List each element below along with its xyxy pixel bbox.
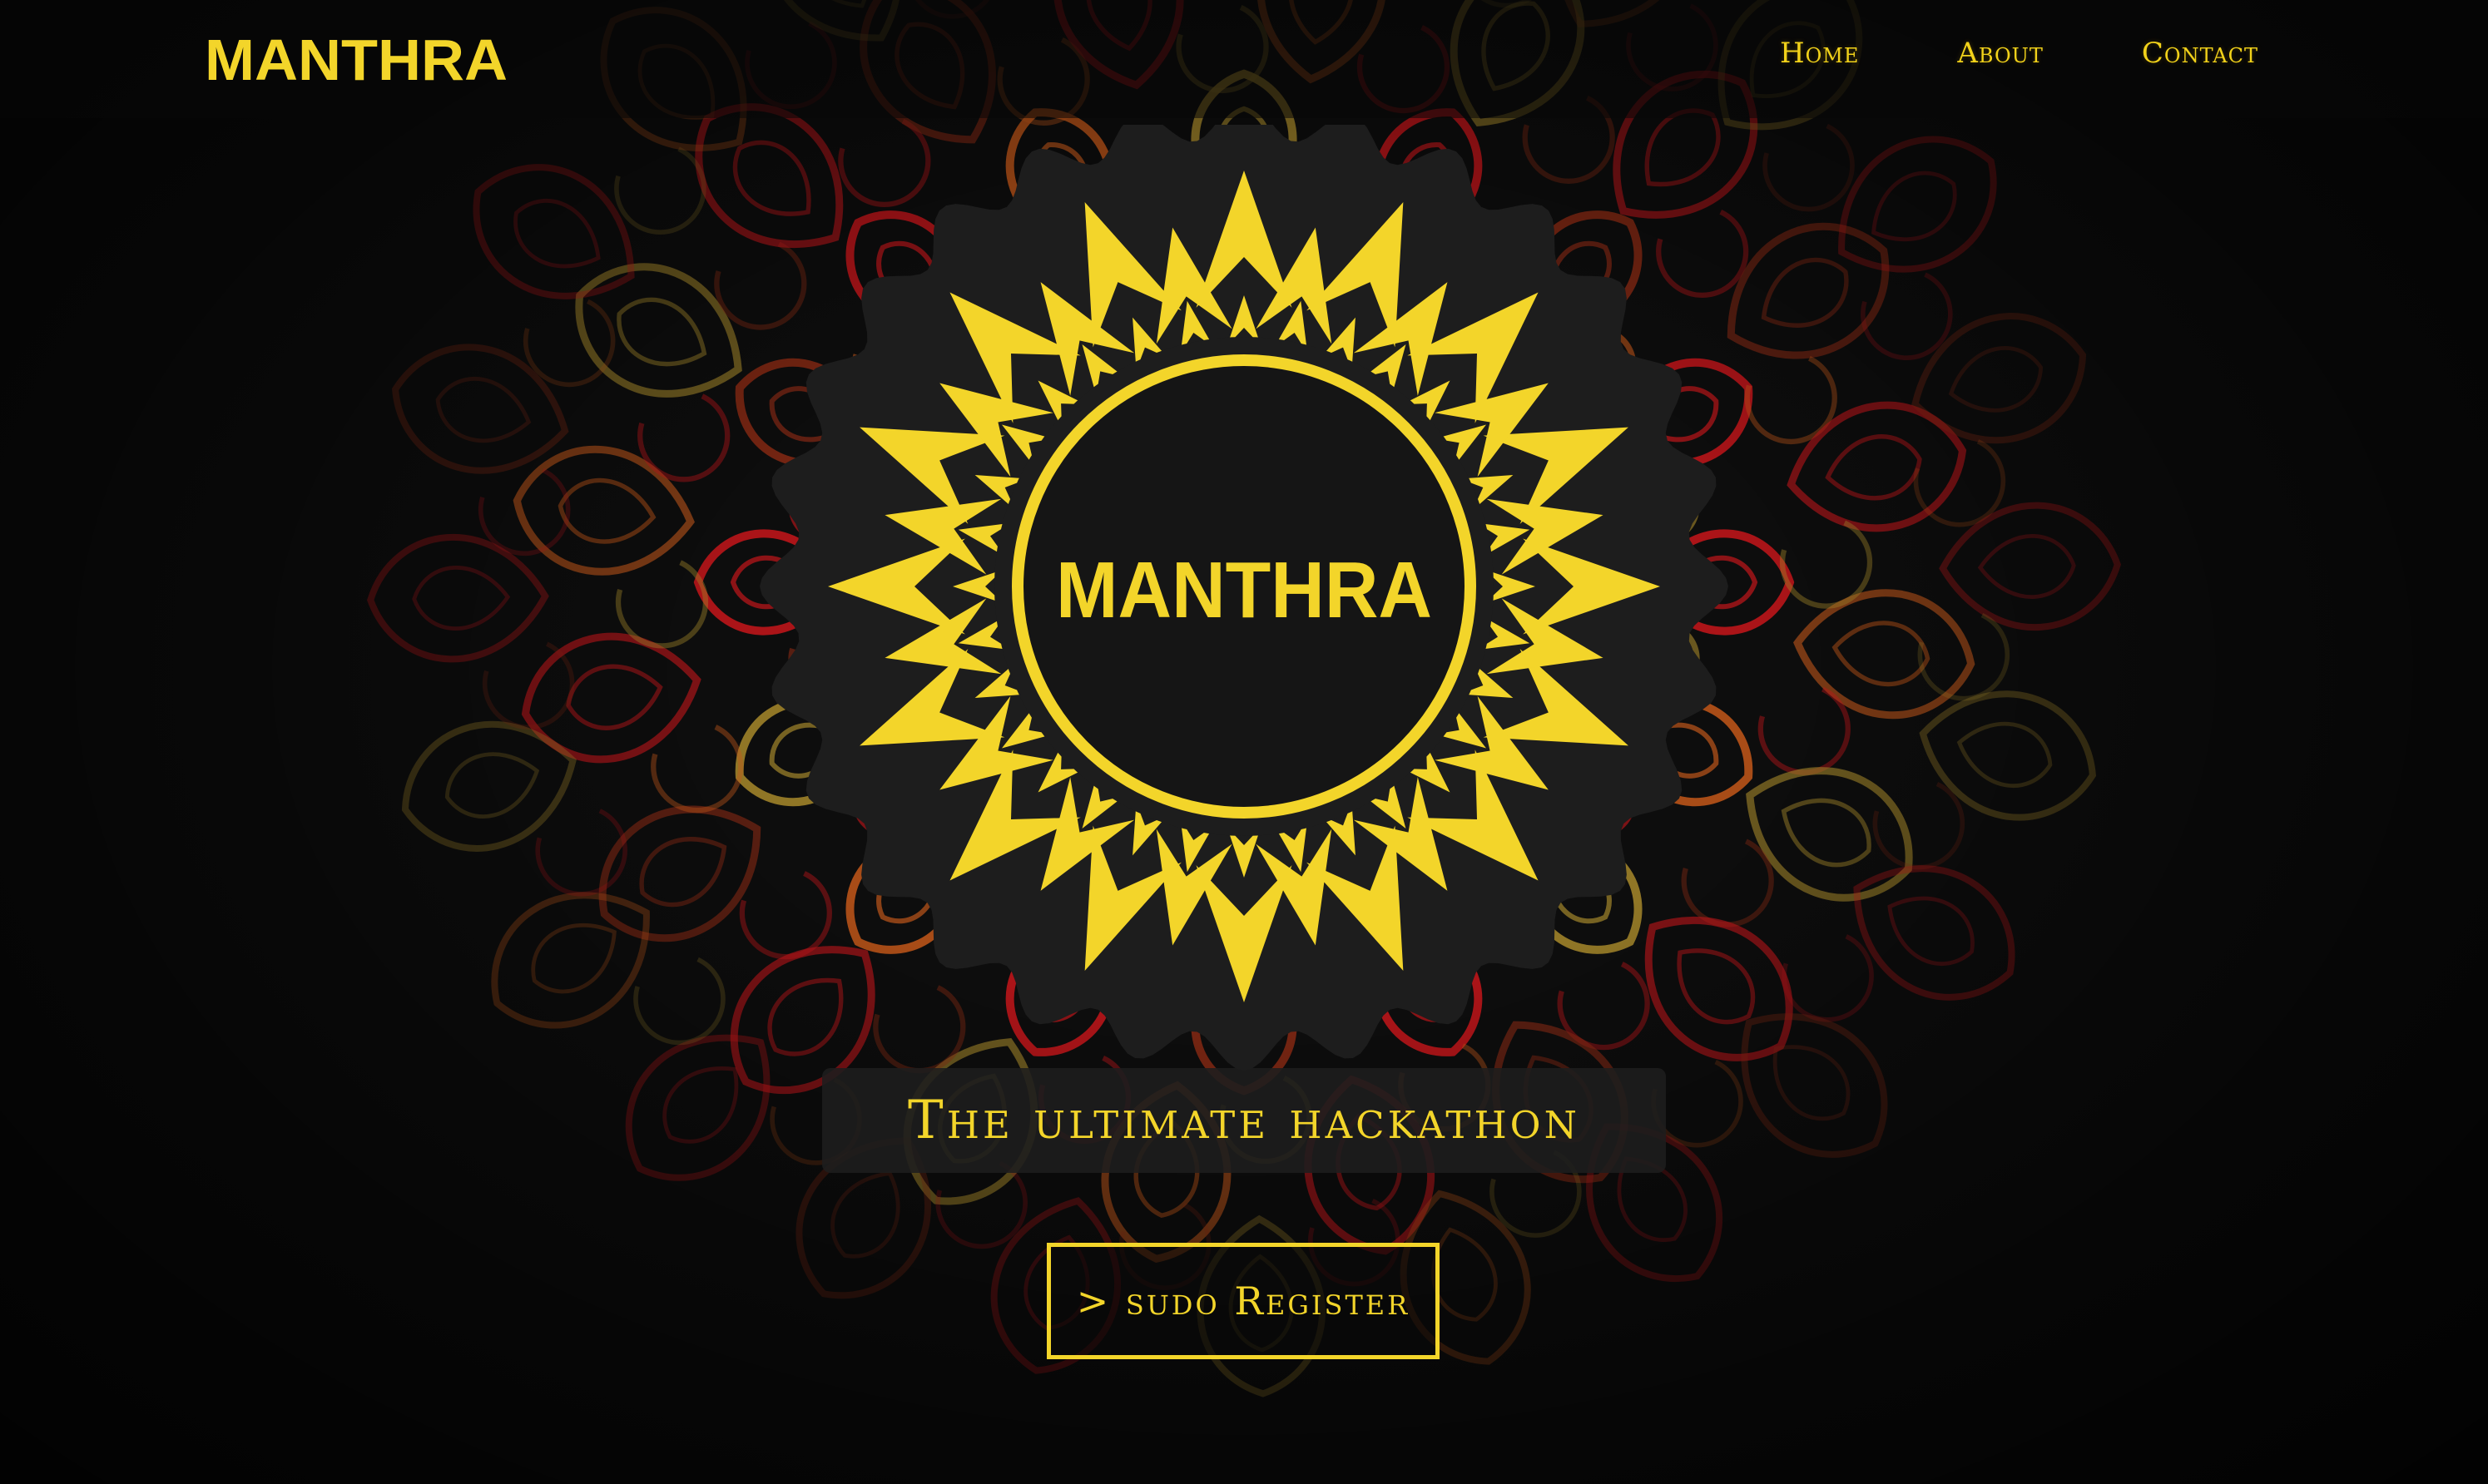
ornament-petal [473,164,635,299]
ornament-petal-inner [617,297,707,367]
ornament-petal-inner [1887,896,1975,966]
ornament-petal-inner [566,664,663,730]
ornament-petal-inner [1956,721,2053,789]
brand-logo-text: MANTHRA [205,30,508,88]
ornament-swirl [1917,608,2010,701]
register-button-label: > sudo Register [1076,1279,1410,1323]
top-navbar: MANTHRA Home About Contact [0,0,2488,118]
ornament-swirl [1872,777,1965,870]
ornament-swirl [1779,516,1873,609]
ornament-swirl [633,952,726,1046]
ornament-swirl [1762,119,1855,212]
ornament-swirl [523,294,616,388]
ornament-petal-inner [435,376,532,443]
ornament-swirl [478,463,571,556]
tagline-box: The ultimate hackathon [822,1068,1666,1173]
ornament-petal-inner [830,1171,900,1259]
ornament-petal-inner [444,752,540,819]
nav-home-link[interactable]: Home [1780,37,1859,70]
ornament-swirl [1782,929,1874,1022]
ornament-petal-inner [1761,257,1849,328]
ornament-petal-inner [1825,434,1922,501]
ornament-petal-inner [1948,346,2044,413]
emblem-text: MANTHRA [1056,546,1432,635]
ornament-petal-inner [412,566,511,631]
ornament-swirl [614,142,706,235]
nav-about-link[interactable]: About [1957,37,2044,70]
ornament-petal [1746,767,1913,902]
nav-links: Home About Contact [1780,37,2258,70]
register-button[interactable]: > sudo Register [1047,1243,1440,1359]
ornament-petal-inner [1831,621,1930,687]
ornament-swirl [1757,682,1851,775]
manthra-emblem-icon: MANTHRA [760,125,1728,1071]
ornament-petal [1911,313,2087,444]
ornament-petal [513,445,695,576]
ornament-swirl [637,389,731,482]
brand-logo[interactable]: MANTHRA [205,30,509,88]
hero-tagline: The ultimate hackathon [908,1090,1580,1151]
ornament-petal-inner [1772,1045,1851,1121]
ornament-petal-inner [558,477,657,544]
ornament-swirl [615,556,709,649]
ornament-petal [401,720,577,852]
nav-contact-link[interactable]: Contact [2142,37,2258,70]
ornament-petal-inner [1781,798,1871,868]
ornament-petal-inner [1977,533,2076,599]
ornament-petal-inner [639,837,727,908]
ornament-petal [575,263,742,398]
ornament-petal-inner [513,199,601,269]
